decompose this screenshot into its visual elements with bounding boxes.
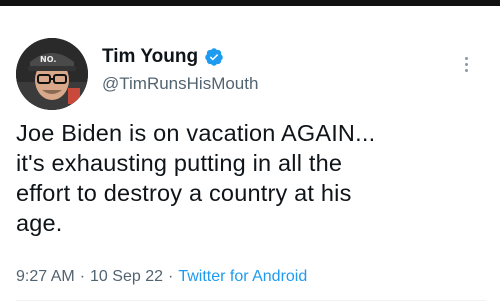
divider <box>16 300 486 301</box>
separator-dot: · <box>167 268 174 285</box>
avatar[interactable]: NO. <box>16 38 88 110</box>
more-dot <box>464 68 468 72</box>
tweet-date[interactable]: 10 Sep 22 <box>90 268 163 285</box>
avatar-image: NO. <box>16 38 88 110</box>
tweet-text-line: it's exhausting putting in all the <box>16 150 343 176</box>
svg-text:NO.: NO. <box>40 55 56 64</box>
more-dot <box>464 56 468 60</box>
tweet-text: Joe Biden is on vacation AGAIN... it's e… <box>16 118 486 238</box>
separator-dot: · <box>79 268 86 285</box>
tweet-source-link[interactable]: Twitter for Android <box>178 268 307 285</box>
tweet-text-line: Joe Biden is on vacation AGAIN... <box>16 120 376 146</box>
tweet-text-line: effort to destroy a country at his <box>16 180 352 206</box>
author-name[interactable]: Tim Young <box>102 46 198 68</box>
tweet-time[interactable]: 9:27 AM <box>16 268 75 285</box>
tweet-header: NO. Tim Young @TimRunsHisMouth <box>16 38 486 110</box>
tweet-card: NO. Tim Young @TimRunsHisMouth Joe Biden… <box>0 6 500 302</box>
author-info: Tim Young @TimRunsHisMouth <box>102 46 258 94</box>
verified-badge-icon <box>204 47 224 67</box>
screenshot-frame: NO. Tim Young @TimRunsHisMouth Joe Biden… <box>0 0 500 302</box>
tweet-text-line: age. <box>16 210 63 236</box>
more-dot <box>464 62 468 66</box>
more-options-icon[interactable] <box>456 52 476 76</box>
name-row: Tim Young <box>102 46 258 68</box>
author-handle[interactable]: @TimRunsHisMouth <box>102 74 258 94</box>
tweet-metadata: 9:27 AM · 10 Sep 22 · Twitter for Android <box>16 267 307 287</box>
